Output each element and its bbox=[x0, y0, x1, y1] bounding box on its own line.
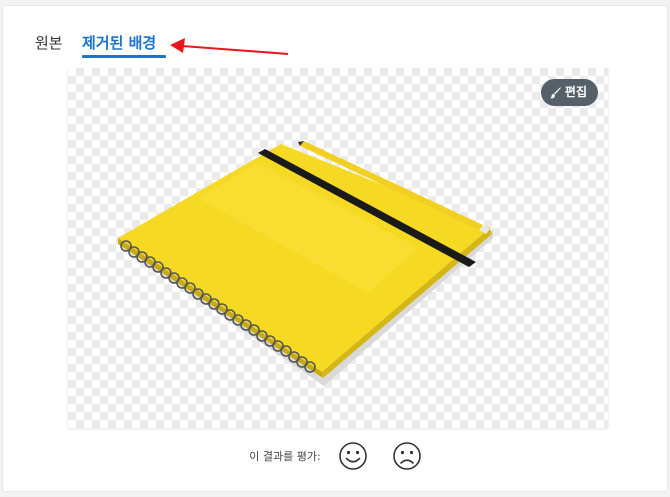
brush-icon bbox=[550, 86, 561, 98]
rating-bar: 이 결과를 평가: bbox=[3, 440, 669, 472]
rating-label: 이 결과를 평가: bbox=[249, 450, 321, 463]
annotation-arrow-icon bbox=[170, 38, 289, 55]
result-card: 원본 제거된 배경 편집 이 결과를 평가: bbox=[2, 5, 668, 492]
tab-removed-background[interactable]: 제거된 배경 bbox=[82, 33, 156, 53]
edit-button-label: 편집 bbox=[564, 85, 587, 99]
edit-button[interactable]: 편집 bbox=[540, 79, 598, 106]
active-tab-indicator bbox=[82, 55, 166, 58]
notebook-image bbox=[118, 141, 493, 386]
smile-face-icon[interactable] bbox=[337, 440, 369, 472]
sad-face-icon[interactable] bbox=[391, 440, 423, 472]
tab-original[interactable]: 원본 bbox=[35, 33, 63, 53]
image-preview: 편집 bbox=[68, 68, 608, 428]
